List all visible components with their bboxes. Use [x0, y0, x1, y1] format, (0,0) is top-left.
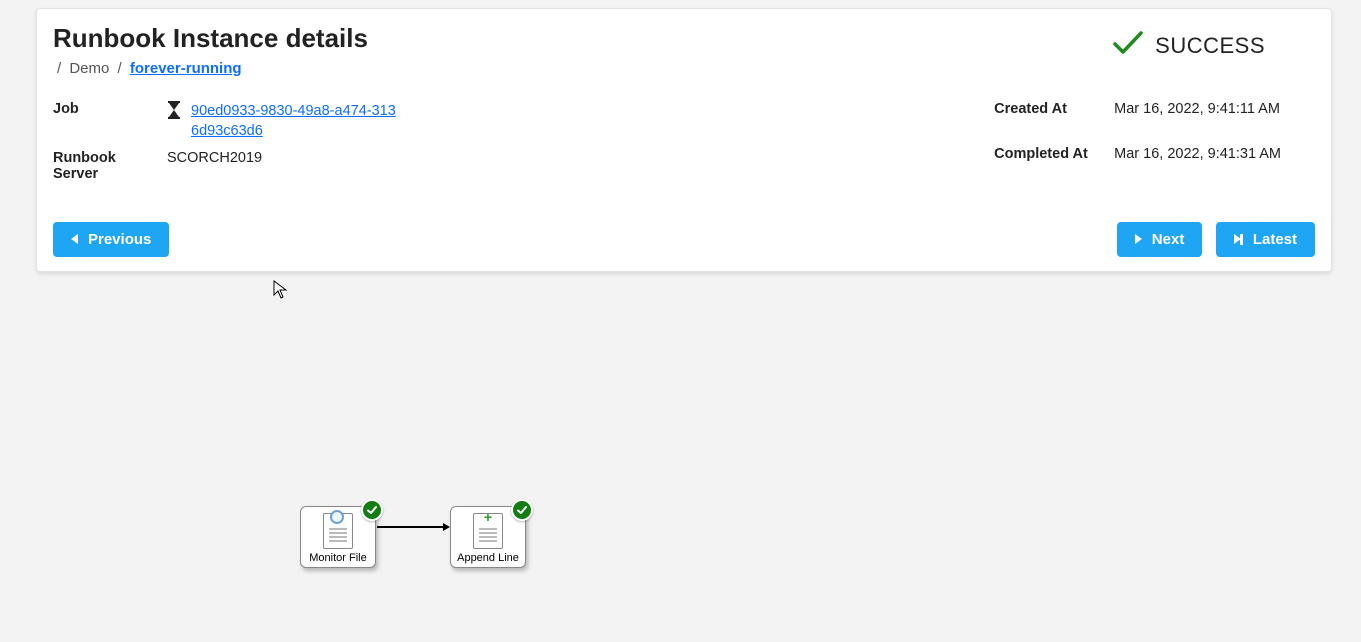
runbook-diagram: Monitor File + Append Line	[300, 506, 540, 586]
completed-at-label: Completed At	[994, 146, 1104, 181]
breadcrumb-sep: /	[57, 60, 61, 77]
next-button[interactable]: Next	[1117, 222, 1203, 257]
created-at-label: Created At	[994, 101, 1104, 136]
caret-left-icon	[71, 234, 78, 244]
breadcrumb-sep: /	[118, 60, 122, 77]
details-panel: Runbook Instance details / Demo / foreve…	[36, 8, 1332, 272]
previous-button-label: Previous	[88, 231, 151, 248]
panel-header: Runbook Instance details / Demo / foreve…	[53, 23, 1315, 77]
latest-button-label: Latest	[1253, 231, 1297, 248]
details-left: Job 90ed0933-9830-49a8-a474-3136d93c63d6…	[53, 101, 397, 182]
details-right: Created At Mar 16, 2022, 9:41:11 AM Comp…	[994, 101, 1315, 182]
job-label: Job	[53, 101, 163, 117]
details-row: Job 90ed0933-9830-49a8-a474-3136d93c63d6…	[53, 101, 1315, 182]
success-check-icon	[1111, 29, 1145, 62]
latest-button[interactable]: Latest	[1216, 222, 1315, 257]
skip-forward-icon	[1234, 234, 1243, 245]
arrow-right-icon	[443, 523, 450, 531]
status-block: SUCCESS	[1111, 23, 1315, 62]
breadcrumb-item-demo: Demo	[69, 60, 109, 77]
created-at-value: Mar 16, 2022, 9:41:11 AM	[1114, 101, 1281, 136]
status-text: SUCCESS	[1155, 33, 1265, 59]
cursor-icon	[273, 280, 289, 305]
previous-button[interactable]: Previous	[53, 222, 169, 257]
append-line-icon: +	[473, 513, 503, 549]
diagram-connector	[377, 526, 443, 528]
next-button-label: Next	[1152, 231, 1185, 248]
right-button-group: Next Latest	[1117, 222, 1315, 257]
success-badge-icon	[511, 499, 533, 521]
diagram-node-monitor-file[interactable]: Monitor File	[300, 506, 376, 568]
job-id-link[interactable]: 90ed0933-9830-49a8-a474-3136d93c63d6	[191, 101, 397, 142]
title-block: Runbook Instance details / Demo / foreve…	[53, 23, 368, 77]
diagram-node-label: Monitor File	[309, 552, 366, 564]
runbook-server-label: Runbook Server	[53, 150, 163, 182]
caret-right-icon	[1135, 234, 1142, 244]
runbook-server-value: SCORCH2019	[167, 150, 397, 166]
success-badge-icon	[361, 499, 383, 521]
page-title: Runbook Instance details	[53, 23, 368, 54]
button-row: Previous Next Latest	[53, 222, 1315, 257]
monitor-file-icon	[323, 513, 353, 549]
diagram-node-append-line[interactable]: + Append Line	[450, 506, 526, 568]
diagram-node-label: Append Line	[457, 552, 519, 564]
breadcrumb: / Demo / forever-running	[53, 60, 368, 77]
hourglass-icon	[167, 101, 181, 119]
breadcrumb-item-forever-running[interactable]: forever-running	[130, 60, 242, 77]
job-value-cell: 90ed0933-9830-49a8-a474-3136d93c63d6	[167, 101, 397, 142]
completed-at-value: Mar 16, 2022, 9:41:31 AM	[1114, 146, 1281, 181]
